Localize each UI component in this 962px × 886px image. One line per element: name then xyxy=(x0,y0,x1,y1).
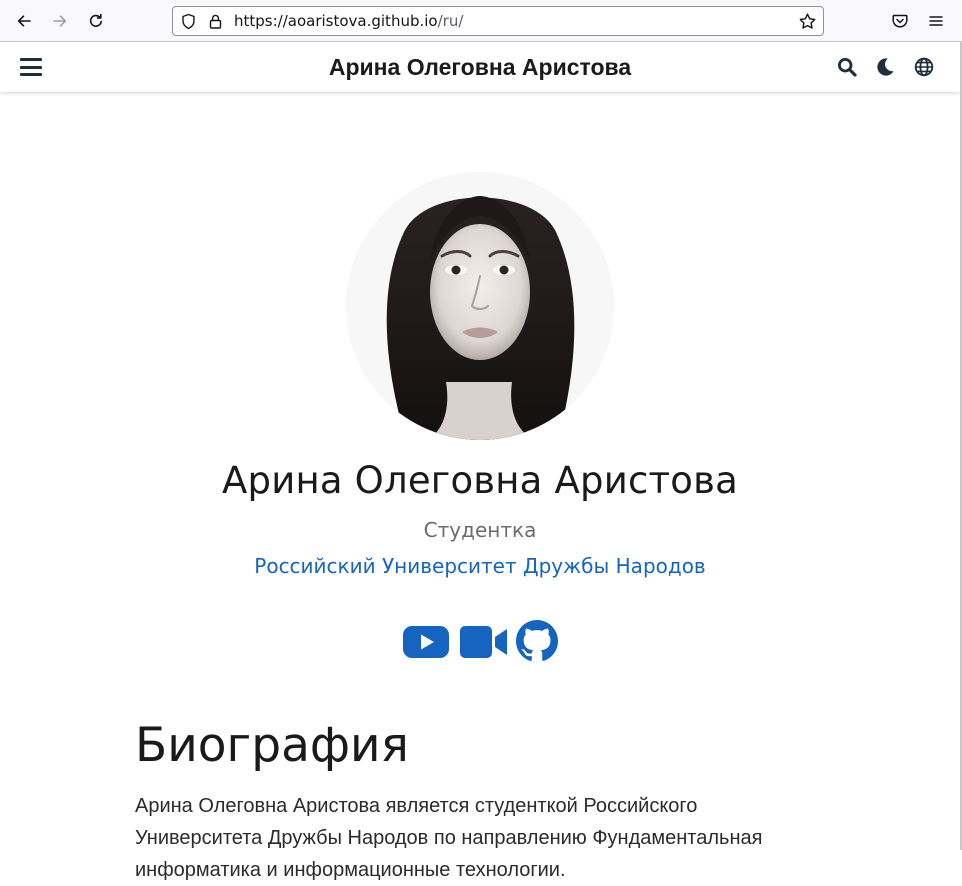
shield-icon[interactable] xyxy=(180,13,197,30)
address-bar[interactable]: https://aoaristova.github.io/ru/ xyxy=(172,6,824,36)
hamburger-line xyxy=(20,58,42,61)
url-host: https://aoaristova.github.io xyxy=(234,12,438,30)
moon-icon[interactable] xyxy=(875,57,895,77)
lock-icon[interactable] xyxy=(207,13,224,30)
app-menu-button[interactable] xyxy=(923,8,949,34)
site-header: Арина Олеговна Аристова xyxy=(0,42,960,92)
globe-icon[interactable] xyxy=(914,57,934,77)
pocket-icon xyxy=(892,14,908,28)
reload-icon xyxy=(89,13,102,27)
hamburger-line xyxy=(20,73,42,76)
menu-icon xyxy=(929,16,943,26)
github-icon[interactable] xyxy=(516,620,558,662)
hamburger-icon[interactable] xyxy=(20,56,42,78)
youtube-icon[interactable] xyxy=(402,624,450,660)
site-title[interactable]: Арина Олеговна Аристова xyxy=(0,42,960,92)
portrait-photo xyxy=(346,172,614,440)
arrow-left-icon xyxy=(17,15,31,27)
arrow-right-icon xyxy=(53,15,67,27)
forward-button[interactable] xyxy=(47,8,73,34)
profile-role: Студентка xyxy=(423,518,537,542)
reload-button[interactable] xyxy=(83,8,109,34)
hamburger-line xyxy=(20,65,42,69)
url-path: /ru/ xyxy=(437,12,464,30)
organization-link[interactable]: Российский Университет Дружбы Народов xyxy=(0,554,960,578)
avatar xyxy=(346,172,614,440)
video-camera-icon[interactable] xyxy=(459,625,509,659)
bookmark-star-icon[interactable] xyxy=(798,12,817,31)
social-links xyxy=(402,620,562,662)
biography-text: Арина Олеговна Аристова является студент… xyxy=(135,795,763,881)
search-icon[interactable] xyxy=(837,57,857,77)
biography-heading: Биография xyxy=(135,718,409,773)
browser-toolbar: https://aoaristova.github.io/ru/ xyxy=(0,0,962,42)
profile-name: Арина Олеговна Аристова xyxy=(222,459,738,502)
back-button[interactable] xyxy=(11,8,37,34)
url-text[interactable]: https://aoaristova.github.io/ru/ xyxy=(234,12,463,30)
pocket-button[interactable] xyxy=(887,8,913,34)
